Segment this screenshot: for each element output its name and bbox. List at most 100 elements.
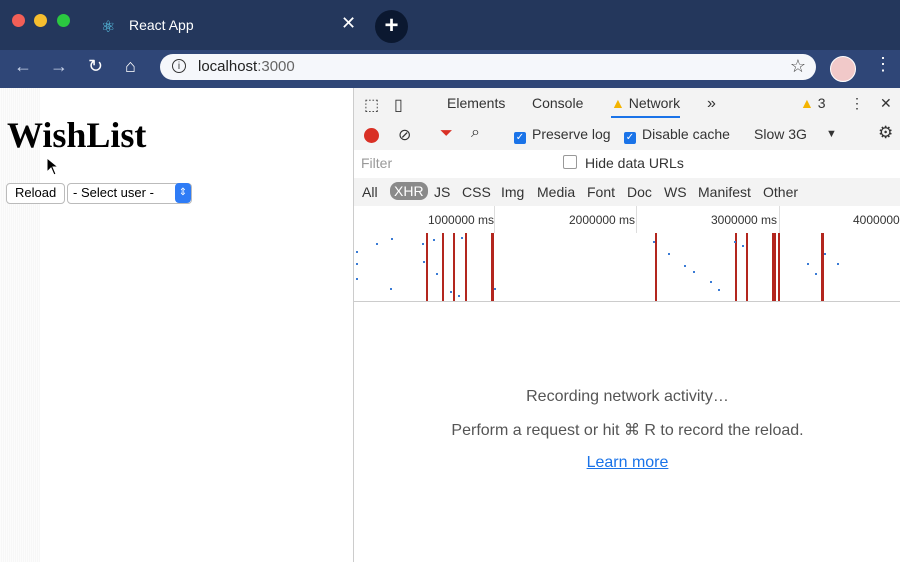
filter-input[interactable]: Filter: [358, 153, 551, 173]
ruler-tick: 3000000 ms: [711, 213, 778, 227]
refresh-icon[interactable]: ↻: [88, 56, 103, 77]
resource-type-filter: All XHR JS CSS Img Media Font Doc WS Man…: [354, 178, 900, 207]
learn-more-link[interactable]: Learn more: [587, 454, 669, 471]
type-css[interactable]: CSS: [462, 184, 491, 200]
event-marker: [772, 233, 776, 301]
request-dot: [436, 273, 438, 275]
request-dot: [356, 278, 358, 280]
type-font[interactable]: Font: [587, 184, 615, 200]
type-img[interactable]: Img: [501, 184, 524, 200]
type-all[interactable]: All: [362, 184, 378, 200]
close-window-button[interactable]: [12, 14, 25, 27]
request-dot: [837, 263, 839, 265]
request-dot: [433, 239, 435, 241]
record-icon[interactable]: [364, 128, 379, 143]
devtools-panel: ⬚ ▯ Elements Console ▲ Network » ▲ 3 ⋮ ✕…: [353, 88, 900, 562]
devtools-tab-bar: ⬚ ▯ Elements Console ▲ Network » ▲ 3 ⋮ ✕: [354, 88, 900, 121]
request-dot: [458, 295, 460, 297]
user-select-value: - Select user -: [73, 185, 154, 200]
device-toolbar-icon[interactable]: ▯: [394, 95, 403, 115]
network-controls: ⊘ ⏷ ⌕ ✓ Preserve log ✓ Disable cache Slow …: [354, 120, 900, 151]
network-empty-state: Recording network activity… Perform a re…: [354, 388, 900, 472]
bookmark-star-icon[interactable]: ☆: [790, 56, 806, 77]
home-icon[interactable]: ⌂: [125, 56, 136, 77]
throttle-select[interactable]: Slow 3G: [754, 126, 807, 142]
filter-icon[interactable]: ⏷: [440, 125, 453, 143]
warning-icon: ▲: [611, 95, 625, 111]
mouse-cursor-icon: [46, 157, 60, 176]
event-marker: [746, 233, 748, 301]
search-icon[interactable]: ⌕: [471, 124, 480, 142]
tab-console[interactable]: Console: [532, 95, 583, 111]
warning-badge[interactable]: ▲ 3: [800, 95, 826, 111]
forward-icon[interactable]: →: [50, 56, 68, 77]
devtools-menu-icon[interactable]: ⋮: [850, 95, 864, 112]
chevron-down-icon[interactable]: ▼: [826, 128, 837, 140]
page-title: WishList: [7, 115, 147, 155]
request-dot: [824, 253, 826, 255]
request-dot: [807, 263, 809, 265]
react-icon: ⚛: [101, 19, 116, 36]
request-dot: [423, 261, 425, 263]
request-dot: [422, 243, 424, 245]
address-bar[interactable]: i localhost:3000 ☆: [160, 54, 816, 80]
select-arrows-icon: ⇕: [175, 183, 191, 203]
record-hint: Perform a request or hit ⌘ R to record t…: [451, 422, 804, 439]
event-marker: [778, 233, 780, 301]
request-dot: [718, 289, 720, 291]
type-media[interactable]: Media: [537, 184, 575, 200]
reload-button[interactable]: Reload: [6, 183, 66, 204]
request-dot: [734, 241, 736, 243]
page-margin-shadow: [0, 88, 40, 562]
disable-cache-checkbox[interactable]: ✓ Disable cache: [624, 126, 730, 144]
type-js[interactable]: JS: [434, 184, 450, 200]
tab-title: React App: [129, 17, 194, 33]
request-dot: [815, 273, 817, 275]
close-devtools-icon[interactable]: ✕: [880, 95, 892, 112]
request-dot: [356, 263, 358, 265]
event-marker: [821, 233, 824, 301]
new-tab-button[interactable]: +: [375, 10, 408, 43]
recording-status: Recording network activity…: [526, 388, 729, 405]
hide-data-urls-checkbox[interactable]: Hide data URLs: [563, 155, 684, 171]
ruler-tick: 1000000 ms: [428, 213, 495, 227]
request-dot: [742, 245, 744, 247]
timeline-ruler: 1000000 ms 2000000 ms 3000000 ms 4000000: [354, 206, 900, 301]
url-text: localhost:3000: [198, 58, 295, 75]
user-select[interactable]: - Select user - ⇕: [67, 183, 192, 204]
event-marker: [735, 233, 737, 301]
request-dot: [390, 288, 392, 290]
request-dot: [461, 237, 463, 239]
request-dot: [668, 253, 670, 255]
network-overview-timeline[interactable]: [354, 233, 900, 302]
inspect-element-icon[interactable]: ⬚: [364, 95, 379, 115]
more-tabs-icon[interactable]: »: [707, 95, 716, 113]
profile-avatar[interactable]: [830, 56, 856, 82]
gear-icon[interactable]: ⚙: [878, 123, 893, 143]
tab-network[interactable]: ▲ Network: [611, 95, 681, 118]
preserve-log-checkbox[interactable]: ✓ Preserve log: [514, 126, 611, 144]
type-manifest[interactable]: Manifest: [698, 184, 751, 200]
back-icon[interactable]: ←: [14, 56, 32, 77]
type-ws[interactable]: WS: [664, 184, 687, 200]
type-doc[interactable]: Doc: [627, 184, 652, 200]
request-dot: [710, 281, 712, 283]
request-dot: [391, 238, 393, 240]
clear-icon[interactable]: ⊘: [398, 125, 411, 145]
event-marker: [491, 233, 494, 301]
close-tab-icon[interactable]: ✕: [341, 13, 356, 34]
event-marker: [453, 233, 455, 301]
info-icon[interactable]: i: [172, 59, 186, 73]
request-dot: [684, 265, 686, 267]
request-dot: [494, 288, 496, 290]
zoom-window-button[interactable]: [57, 14, 70, 27]
minimize-window-button[interactable]: [34, 14, 47, 27]
request-dot: [376, 243, 378, 245]
tab-elements[interactable]: Elements: [447, 95, 505, 111]
request-dot: [693, 271, 695, 273]
browser-tab[interactable]: ⚛ React App ✕: [86, 8, 368, 44]
request-dot: [653, 241, 655, 243]
type-other[interactable]: Other: [763, 184, 798, 200]
type-xhr[interactable]: XHR: [390, 182, 428, 200]
browser-menu-icon[interactable]: ⋮: [874, 54, 892, 75]
